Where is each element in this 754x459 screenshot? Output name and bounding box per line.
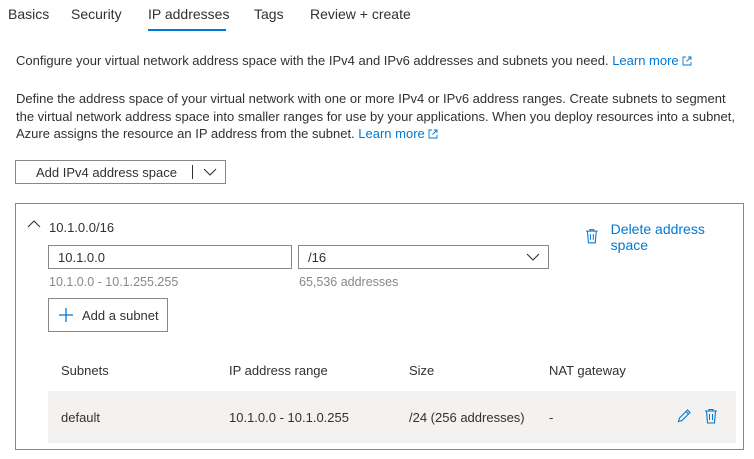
description-text: Define the address space of your virtual… [16, 90, 746, 143]
tab-bar: Basics Security IP addresses Tags Review… [0, 0, 754, 34]
subnet-nat-gateway: - [549, 410, 554, 425]
tab-security[interactable]: Security [71, 6, 122, 22]
subnet-name-link[interactable]: default [61, 410, 100, 425]
chevron-up-icon[interactable] [27, 219, 41, 229]
address-count-hint: 65,536 addresses [299, 275, 399, 289]
chevron-down-icon [526, 253, 540, 261]
add-ipv4-address-space-button[interactable]: Add IPv4 address space [15, 160, 226, 184]
address-range-hint: 10.1.0.0 - 10.1.255.255 [49, 275, 179, 289]
tab-review-create[interactable]: Review + create [310, 6, 411, 22]
delete-address-space-label: Delete address space [610, 221, 705, 253]
plus-icon [59, 308, 73, 322]
subnets-table-header: Subnets IP address range Size NAT gatewa… [48, 349, 736, 387]
chevron-down-icon[interactable] [201, 164, 219, 180]
intro-text: Configure your virtual network address s… [16, 52, 746, 69]
column-header-nat-gateway[interactable]: NAT gateway [549, 363, 626, 378]
add-subnet-label: Add a subnet [82, 307, 159, 323]
tab-tags[interactable]: Tags [254, 6, 284, 22]
learn-more-link-2[interactable]: Learn more [358, 126, 424, 141]
active-tab-indicator [148, 29, 226, 31]
subnet-ip-range: 10.1.0.0 - 10.1.0.255 [229, 410, 349, 425]
trash-icon [585, 228, 598, 243]
split-divider [192, 165, 193, 179]
external-link-icon [682, 56, 692, 66]
table-row: default 10.1.0.0 - 10.1.0.255 /24 (256 a… [48, 391, 736, 443]
edit-icon[interactable] [676, 408, 692, 424]
subnet-size: /24 (256 addresses) [409, 410, 525, 425]
address-input-value: 10.1.0.0 [58, 250, 105, 265]
address-space-panel: 10.1.0.0/16 Delete address space 10.1.0.… [15, 203, 744, 450]
delete-address-space-button[interactable]: Delete address space [585, 218, 743, 253]
column-header-subnets[interactable]: Subnets [61, 363, 109, 378]
intro-body: Configure your virtual network address s… [16, 53, 613, 68]
external-link-icon [428, 129, 438, 139]
add-subnet-button[interactable]: Add a subnet [48, 298, 168, 332]
prefix-dropdown-value: /16 [308, 250, 327, 265]
address-space-title: 10.1.0.0/16 [49, 220, 115, 235]
tab-ip-addresses[interactable]: IP addresses [148, 6, 229, 22]
column-header-ip-range[interactable]: IP address range [229, 363, 328, 378]
column-header-size[interactable]: Size [409, 363, 434, 378]
add-address-space-label: Add IPv4 address space [36, 164, 177, 180]
learn-more-link[interactable]: Learn more [612, 53, 678, 68]
trash-icon[interactable] [704, 408, 718, 424]
address-input[interactable]: 10.1.0.0 [48, 245, 292, 269]
tab-basics[interactable]: Basics [8, 6, 49, 22]
prefix-dropdown[interactable]: /16 [298, 245, 549, 269]
